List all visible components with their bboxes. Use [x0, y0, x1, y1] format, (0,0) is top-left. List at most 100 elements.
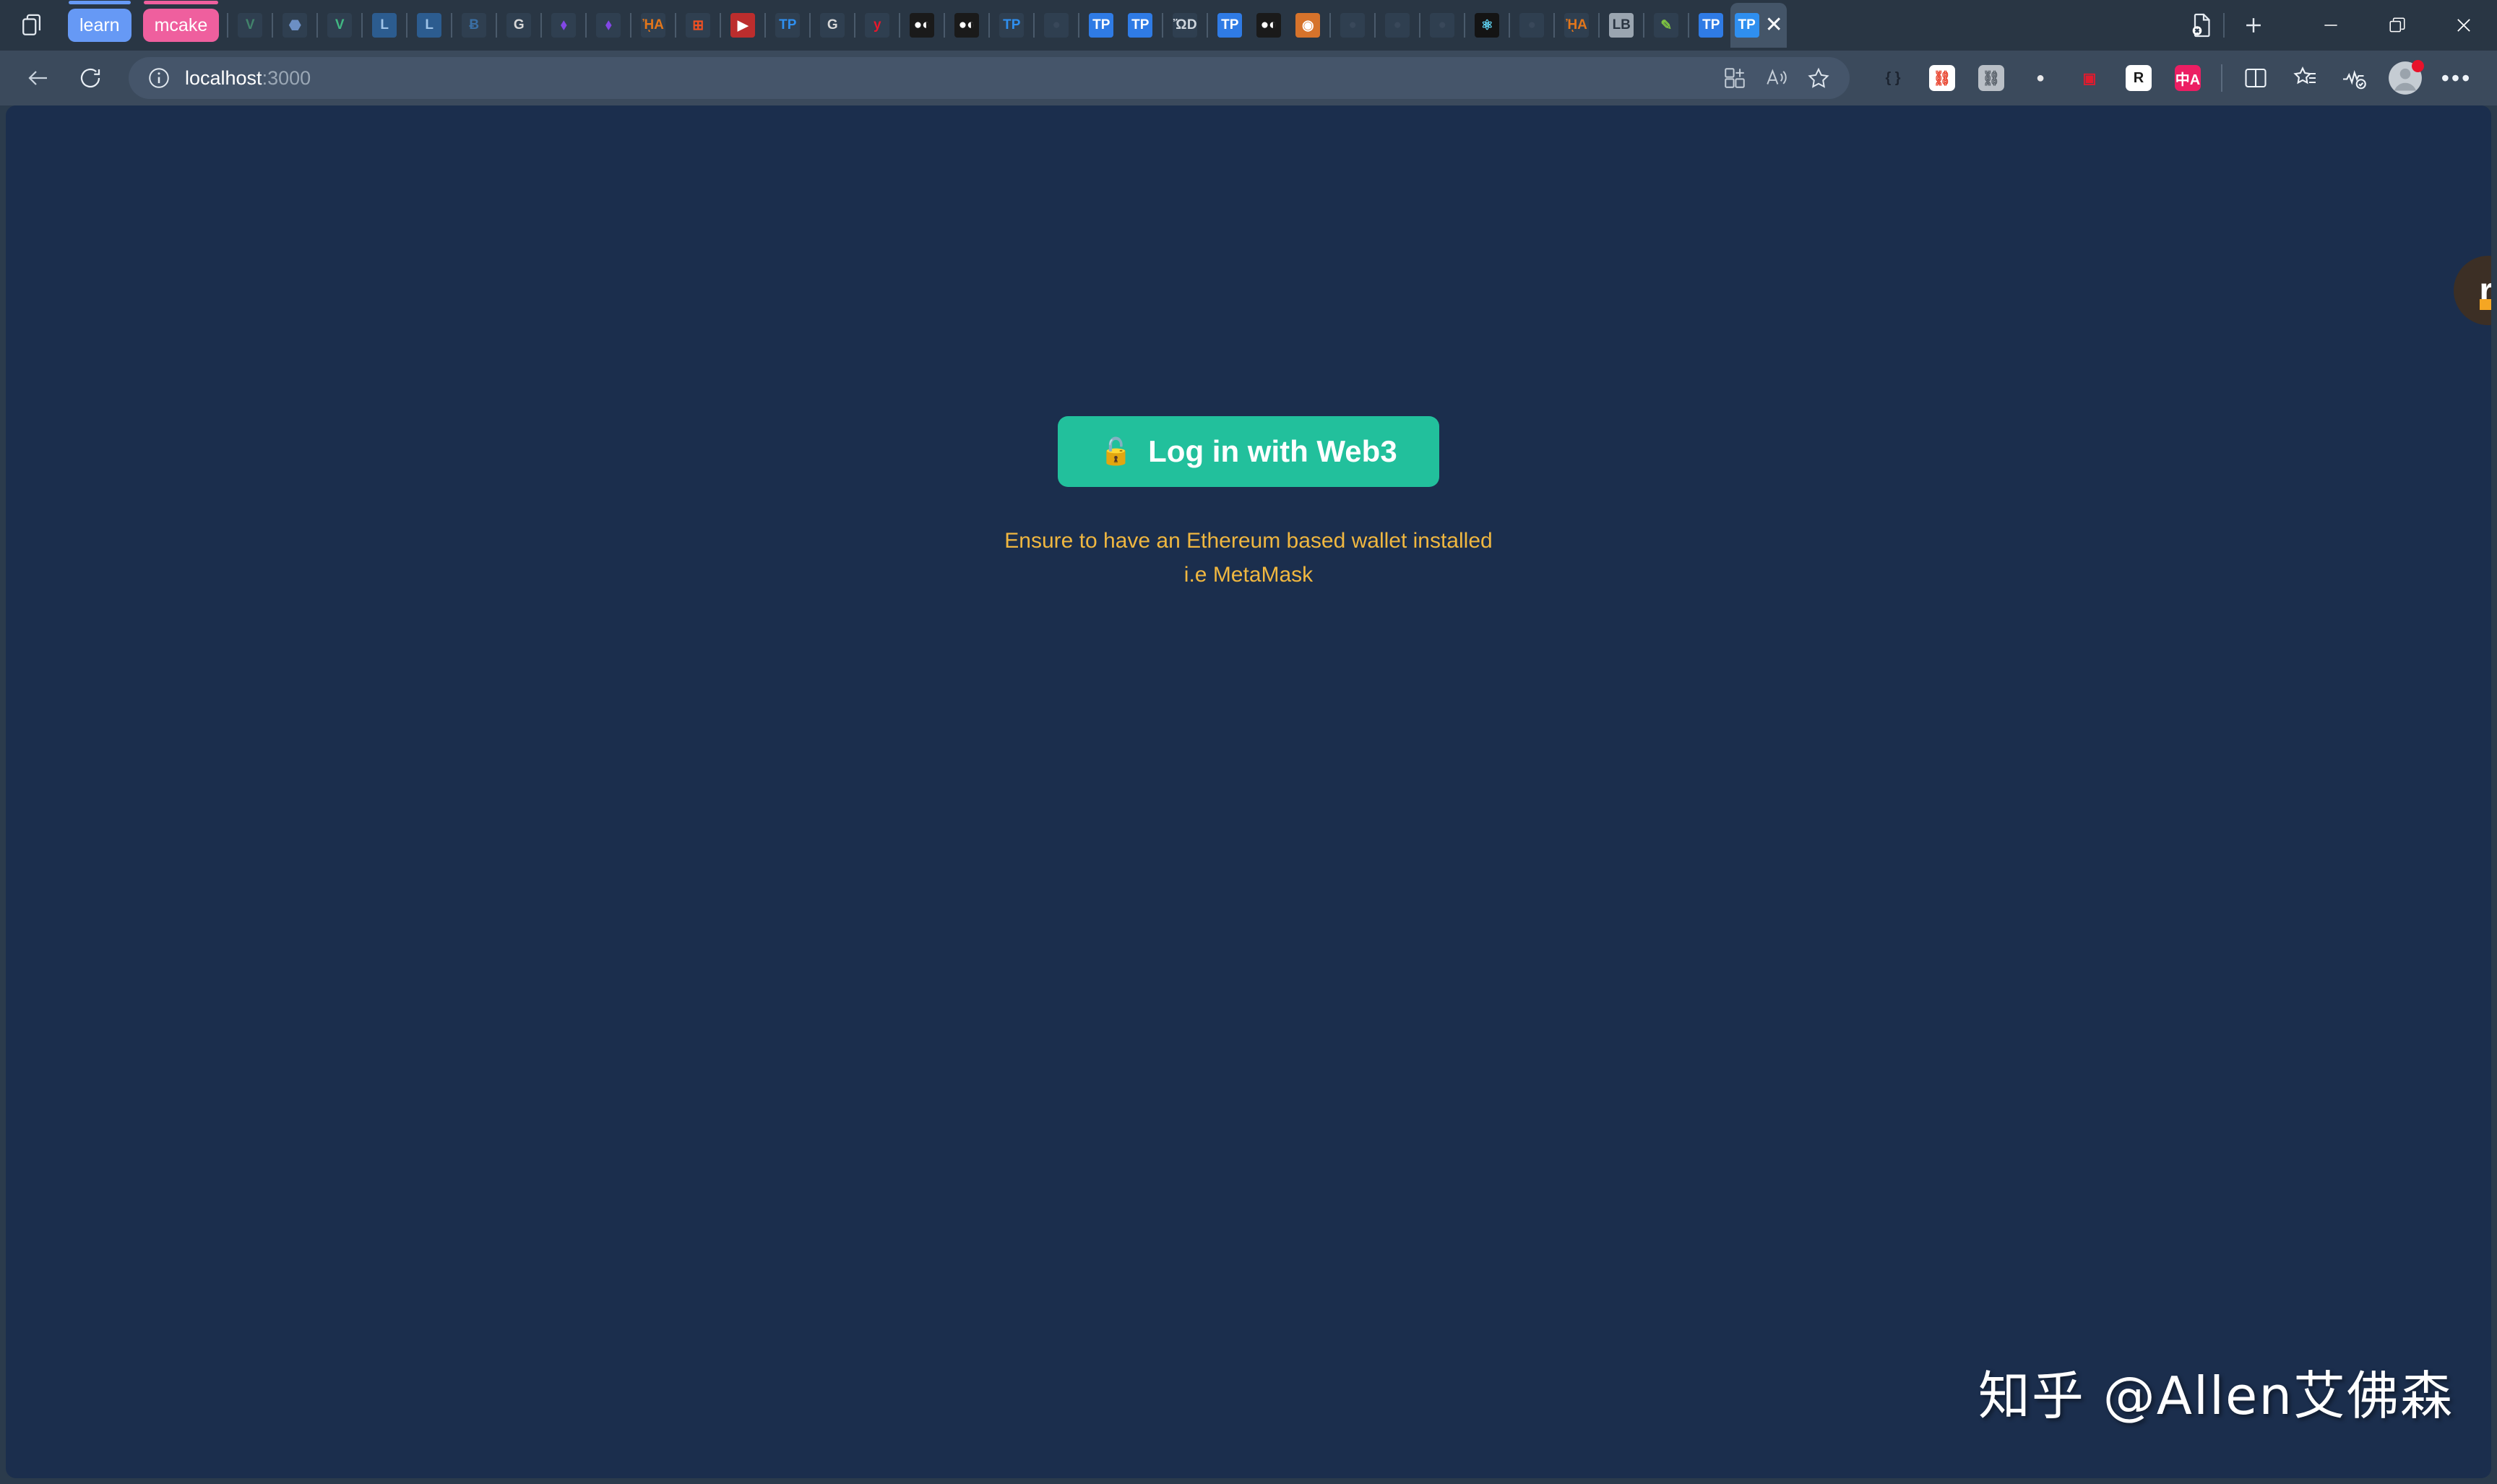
sitemap-gray-extension[interactable]: ⛓	[1971, 58, 2011, 98]
github-tab-4[interactable]: ●	[1423, 5, 1462, 46]
leetcode-tab[interactable]: L	[365, 5, 404, 46]
tokenpocket-tab-2[interactable]: TP	[992, 5, 1031, 46]
github-tab-favicon: ●	[1044, 13, 1069, 38]
favorites-icon[interactable]	[2285, 58, 2325, 98]
tokenpocket-tab-3[interactable]: TP	[1082, 5, 1121, 46]
leetcode-tab-favicon: L	[372, 13, 397, 38]
tokenpocket-tab-4[interactable]: TP	[1121, 5, 1160, 46]
tokenpocket-tab-6[interactable]: TP	[1691, 5, 1730, 46]
wallet-hint-line-1: Ensure to have an Ethereum based wallet …	[1004, 529, 1493, 553]
rakuten-extension[interactable]: R	[2118, 58, 2159, 98]
wallet-hint-text: Ensure to have an Ethereum based wallet …	[1004, 525, 1492, 592]
github-tab-3-favicon: ●	[1385, 13, 1410, 38]
tokenpocket-tab[interactable]: TP	[768, 5, 807, 46]
vue-tab-2[interactable]: V	[320, 5, 359, 46]
ethereum-tab[interactable]: ⬣	[275, 5, 314, 46]
tokenpocket-tab-active[interactable]: TP ✕	[1730, 3, 1787, 48]
address-toolbar: localhost:3000 {} ⛓ ⛓ ● ▣ R 中A •••	[0, 51, 2497, 105]
tab-separator	[1374, 13, 1376, 38]
tabs-scroll[interactable]: learn mcake V ⬣ V L L Ƀ G ⬧ ⬧ ᾘA ⊞ ▶ TP Gy ●◐ ●◐ TP ● TP TP ὬD…	[62, 0, 2182, 51]
tab-group-learn[interactable]: learn	[68, 1, 131, 42]
tokenpocket-tab-5-favicon: TP	[1217, 13, 1243, 38]
add-favorite-icon[interactable]	[1798, 59, 1840, 97]
tab-separator	[496, 13, 498, 38]
google-tab[interactable]: G	[499, 5, 538, 46]
login-with-web3-button[interactable]: 🔓 Log in with Web3	[1058, 416, 1439, 488]
github-tab-2[interactable]: ●	[1333, 5, 1372, 46]
notes-tab[interactable]: ✎	[1647, 5, 1686, 46]
chrome-webstore-tab[interactable]: ὬD	[1165, 5, 1204, 46]
tab-separator	[988, 13, 991, 38]
omnibox[interactable]: localhost:3000	[129, 57, 1850, 99]
wallet-hint-line-2: i.e MetaMask	[1183, 562, 1314, 587]
tab-separator	[1464, 13, 1466, 38]
url-text[interactable]: localhost:3000	[173, 67, 1714, 90]
nft-orange-tab[interactable]: ◉	[1288, 5, 1327, 46]
new-tab-button[interactable]	[2233, 4, 2274, 46]
react-tab[interactable]: ⚛	[1467, 5, 1506, 46]
tab-separator	[272, 13, 274, 38]
microsoft-tab[interactable]: ⊞	[678, 5, 717, 46]
browser-essentials-icon[interactable]	[2334, 58, 2374, 98]
site-info-icon[interactable]	[145, 64, 173, 92]
metamask-tab-favicon: ᾘA	[641, 13, 666, 38]
binance-tab[interactable]: Ƀ	[454, 5, 493, 46]
youtube-tab[interactable]: ▶	[723, 5, 762, 46]
rakuten-cashback-widget[interactable]: r	[2454, 256, 2491, 325]
profile-avatar[interactable]	[2383, 56, 2428, 100]
chrome-webstore-tab-favicon: ὬD	[1173, 13, 1198, 38]
sitemap-red-extension[interactable]: ⛓	[1922, 58, 1962, 98]
metamask-tab[interactable]: ᾘA	[634, 5, 673, 46]
window-controls	[2298, 0, 2497, 51]
polygon-tab-2[interactable]: ⬧	[589, 5, 628, 46]
close-button[interactable]	[2431, 0, 2497, 51]
vue-tab[interactable]: V	[230, 5, 269, 46]
yearn-tab[interactable]: y	[858, 5, 897, 46]
polygon-tab-2-favicon: ⬧	[596, 13, 621, 38]
minimize-button[interactable]	[2298, 0, 2364, 51]
tab-separator	[1598, 13, 1600, 38]
tab-separator	[2223, 13, 2225, 38]
settings-more-button[interactable]: •••	[2436, 58, 2477, 98]
refresh-button[interactable]	[68, 56, 113, 100]
github-tab-5[interactable]: ●	[1512, 5, 1551, 46]
garlic-extension[interactable]: ●	[2020, 58, 2061, 98]
tokenpocket-tab-3-favicon: TP	[1089, 13, 1114, 38]
tokenpocket-tab-favicon: TP	[775, 13, 801, 38]
medium-tab[interactable]: ●◐	[902, 5, 941, 46]
translate-extension[interactable]: 中A	[2168, 58, 2208, 98]
tokenpocket-tab-5[interactable]: TP	[1210, 5, 1249, 46]
lb-app-tab[interactable]: LB	[1602, 5, 1641, 46]
tab-separator	[1207, 13, 1209, 38]
tab-search-icon[interactable]	[13, 6, 52, 45]
github-tab-3[interactable]: ●	[1378, 5, 1417, 46]
back-button[interactable]	[16, 56, 61, 100]
install-app-icon[interactable]	[1714, 59, 1756, 97]
metamask-tab-2[interactable]: ᾘA	[1557, 5, 1596, 46]
notes-tab-favicon: ✎	[1654, 13, 1679, 38]
github-tab[interactable]: ●	[1037, 5, 1076, 46]
github-tab-4-favicon: ●	[1430, 13, 1455, 38]
leetcode-tab-2[interactable]: L	[410, 5, 449, 46]
tab-separator	[1643, 13, 1645, 38]
tokenpocket-tab-6-favicon: TP	[1699, 13, 1724, 38]
active-tab-close-button[interactable]: ✕	[1765, 14, 1783, 36]
red-scanner-extension[interactable]: ▣	[2069, 58, 2110, 98]
omnibox-actions	[1714, 59, 1840, 97]
split-screen-icon[interactable]	[2235, 58, 2276, 98]
medium-tab-2[interactable]: ●◐	[947, 5, 986, 46]
tab-separator	[1688, 13, 1690, 38]
read-aloud-icon[interactable]	[1756, 59, 1798, 97]
restore-button[interactable]	[2364, 0, 2431, 51]
web-page: 🔓 Log in with Web3 Ensure to have an Eth…	[6, 105, 2491, 1478]
tab-group-mcake[interactable]: mcake	[142, 1, 220, 42]
tab-separator	[944, 13, 946, 38]
json-formatter-extension[interactable]: { }	[1873, 58, 1913, 98]
translate-extension-glyph: 中A	[2175, 65, 2201, 91]
broken-page-icon[interactable]	[2182, 5, 2221, 46]
zhihu-watermark: 知乎 @Allen艾佛森	[1978, 1366, 2454, 1426]
tab-strip: learn mcake V ⬣ V L L Ƀ G ⬧ ⬧ ᾘA ⊞ ▶ TP Gy ●◐ ●◐ TP ● TP TP ὬD…	[0, 0, 2497, 51]
polygon-tab[interactable]: ⬧	[544, 5, 583, 46]
google-tab-2[interactable]: G	[813, 5, 852, 46]
medium-tab-3[interactable]: ●◐	[1249, 5, 1288, 46]
